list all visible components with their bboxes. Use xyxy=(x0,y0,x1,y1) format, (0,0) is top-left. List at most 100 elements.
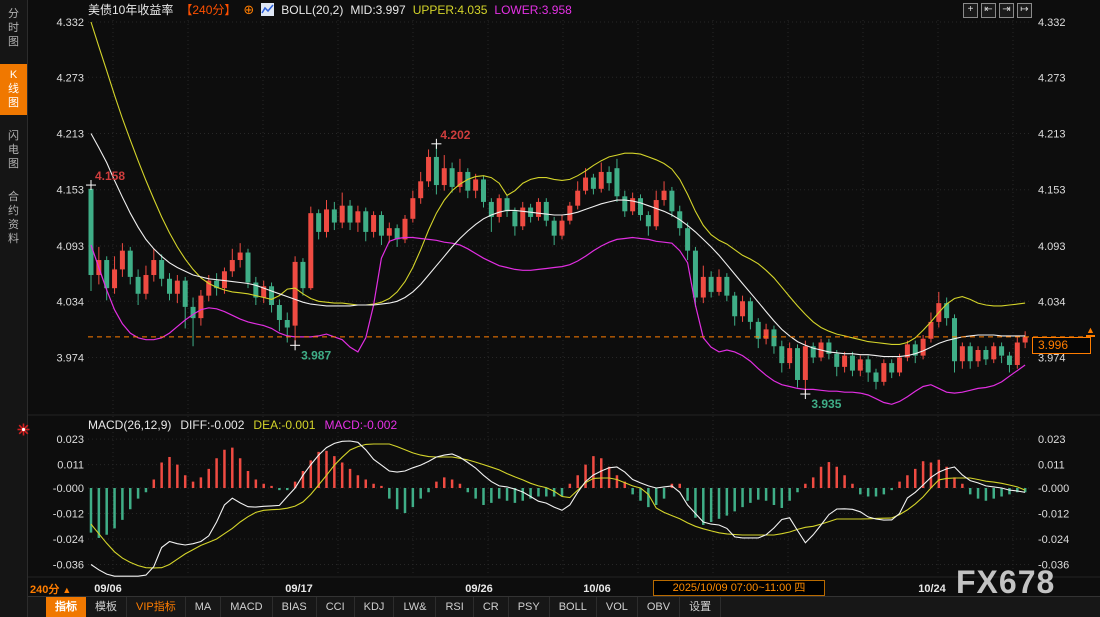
macd-hist-bar xyxy=(357,475,360,488)
candle-body xyxy=(191,307,196,318)
period-selector[interactable]: 240分 ▲ xyxy=(30,581,71,597)
y-axis-label: 3.974 xyxy=(1038,352,1066,364)
toolbar-item-模板[interactable]: 模板 xyxy=(86,597,127,617)
toolbar-item-指标[interactable]: 指标 xyxy=(46,597,86,617)
macd-hist-bar xyxy=(129,488,132,509)
macd-hist-bar xyxy=(710,488,713,522)
macd-hist-bar xyxy=(372,484,375,488)
candle-body xyxy=(128,251,133,277)
toolbar-item-CR[interactable]: CR xyxy=(474,597,509,617)
macd-hist-bar xyxy=(961,484,964,488)
price-annotation: 3.935 xyxy=(811,397,841,411)
macd-hist-bar xyxy=(686,488,689,501)
candle-body xyxy=(834,354,839,367)
macd-hist-bar xyxy=(584,465,587,488)
macd-hist-bar xyxy=(325,451,328,488)
macd-hist-bar xyxy=(427,488,430,492)
candle-body xyxy=(646,215,651,226)
toolbar-item-CCI[interactable]: CCI xyxy=(317,597,355,617)
candle-body xyxy=(921,339,926,356)
zoom-left-icon[interactable]: ⇤ xyxy=(981,3,996,18)
sidebar-item-char: K xyxy=(10,69,17,82)
macd-hist-bar xyxy=(498,488,501,499)
hot-indicator-icon xyxy=(17,423,30,441)
macd-hist-bar xyxy=(380,486,383,488)
toolbar-item-PSY[interactable]: PSY xyxy=(509,597,550,617)
toolbar-item-VOL[interactable]: VOL xyxy=(597,597,638,617)
sidebar-item-lightning[interactable]: 闪电图 xyxy=(0,125,27,176)
candle-body xyxy=(269,286,274,305)
toolbar-item-KDJ[interactable]: KDJ xyxy=(355,597,395,617)
macd-hist-bar xyxy=(969,488,972,494)
macd-hist-bar xyxy=(317,452,320,488)
sidebar-item-char: 分 xyxy=(8,8,19,21)
macd-hist-bar xyxy=(788,488,791,501)
macd-hist-bar xyxy=(781,488,784,508)
candle-body xyxy=(544,202,549,221)
y-axis-label: 4.332 xyxy=(56,17,84,29)
toolbar-item-MA[interactable]: MA xyxy=(186,597,222,617)
toolbar-item-OBV[interactable]: OBV xyxy=(638,597,680,617)
candle-body xyxy=(246,253,251,283)
toolbar-item-RSI[interactable]: RSI xyxy=(436,597,473,617)
macd-hist-bar xyxy=(985,488,988,501)
sidebar-item-kline[interactable]: K线图 xyxy=(0,64,27,115)
sidebar-item-contract-info[interactable]: 合约资料 xyxy=(0,186,27,251)
macd-hist-bar xyxy=(639,488,642,501)
macd-diff-value: DIFF:-0.002 xyxy=(180,418,244,432)
candle-body xyxy=(112,269,117,288)
candle-body xyxy=(779,346,784,363)
y-axis-label: 0.011 xyxy=(1038,460,1065,472)
toolbar-item-BOLL[interactable]: BOLL xyxy=(550,597,597,617)
macd-hist-bar xyxy=(121,488,124,520)
instrument-title: 美债10年收益率 xyxy=(88,1,173,18)
annotations-layer: 4.1584.2023.9873.935 xyxy=(86,128,842,411)
boll-lower-value: LOWER:3.958 xyxy=(494,3,571,17)
macd-hist-bar xyxy=(168,457,171,488)
export-icon[interactable]: ↦ xyxy=(1017,3,1032,18)
y-axis-label: -0.012 xyxy=(1038,509,1069,521)
add-indicator-icon[interactable]: ⊕ xyxy=(243,3,254,16)
candle-body xyxy=(709,277,714,292)
macd-hist-bar xyxy=(145,488,148,492)
toolbar-item-VIP指标[interactable]: VIP指标 xyxy=(127,597,186,617)
macd-hist-bar xyxy=(906,475,909,488)
macd-hist-bar xyxy=(867,488,870,497)
macd-hist-bar xyxy=(977,488,980,499)
candle-body xyxy=(874,372,879,381)
zoom-right-icon[interactable]: ⇥ xyxy=(999,3,1014,18)
candle-body xyxy=(614,168,619,196)
candle-body xyxy=(575,191,580,206)
price-annotation: 4.158 xyxy=(95,169,125,183)
macd-hist-bar xyxy=(726,488,729,516)
macd-hist-bar xyxy=(890,488,893,490)
candle-body xyxy=(363,211,368,232)
candle-body xyxy=(151,260,156,275)
toolbar-item-BIAS[interactable]: BIAS xyxy=(273,597,317,617)
move-icon[interactable]: + xyxy=(963,3,978,18)
macd-hist-bar xyxy=(514,488,517,503)
macd-hist-bar xyxy=(718,488,721,519)
macd-hist-bar xyxy=(600,458,603,488)
candle-body xyxy=(403,219,408,240)
candle-body xyxy=(175,281,180,294)
macd-hist-bar xyxy=(98,488,101,538)
toolbar-item-MACD[interactable]: MACD xyxy=(221,597,272,617)
price-annotation: 4.202 xyxy=(440,128,470,142)
x-axis-label: 10/24 xyxy=(918,583,946,595)
trading-app-window: 分时图K线图闪电图合约资料 4.3324.3324.2734.2734.2134… xyxy=(0,0,1100,617)
macd-hist-bar xyxy=(765,488,768,501)
toolbar-item-LW&[interactable]: LW& xyxy=(394,597,436,617)
macd-hist-bar xyxy=(804,484,807,488)
macd-hist-bar xyxy=(459,484,462,488)
candle-body xyxy=(324,209,329,231)
toolbar-item-设置[interactable]: 设置 xyxy=(680,597,721,617)
macd-hist-bar xyxy=(113,488,116,528)
sidebar-item-time-share[interactable]: 分时图 xyxy=(0,3,27,54)
candle-body xyxy=(858,359,863,370)
candle-body xyxy=(426,157,431,181)
candle-body xyxy=(771,329,776,346)
macd-hist-bar xyxy=(576,475,579,488)
chart-type-sidebar: 分时图 K线图闪电图合约资料 xyxy=(0,0,28,617)
candle-body xyxy=(332,209,337,222)
